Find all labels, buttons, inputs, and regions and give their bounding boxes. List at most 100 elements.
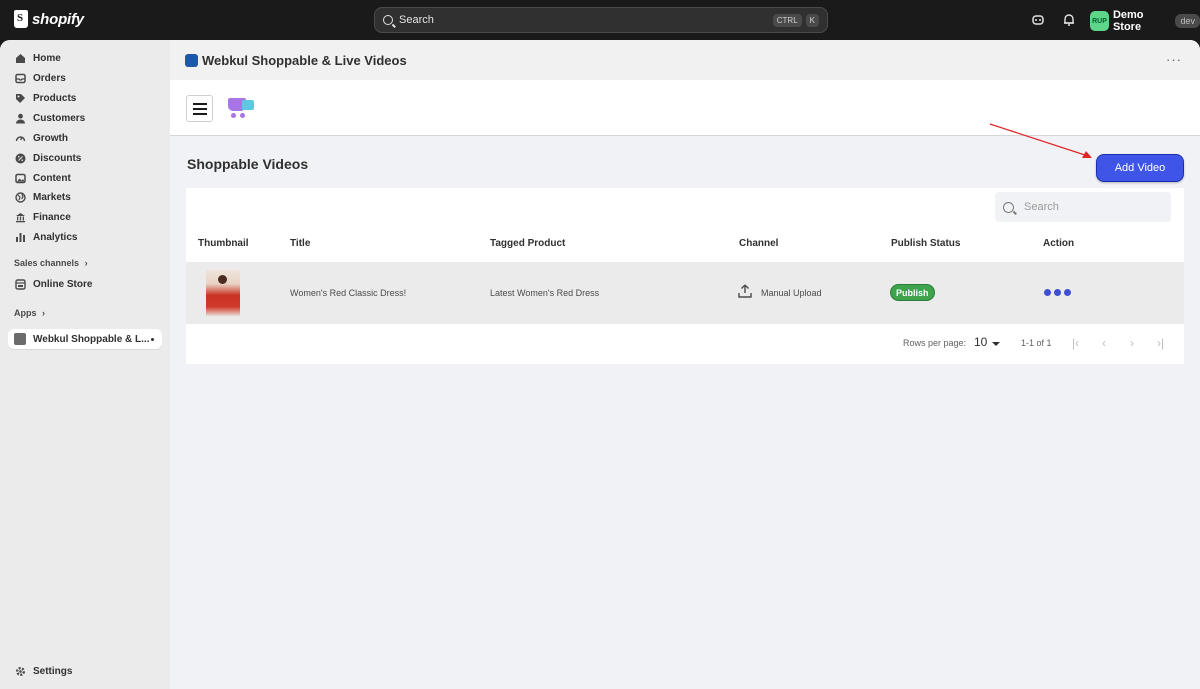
- search-placeholder: Search: [1024, 201, 1059, 213]
- store-name: Demo Store: [1112, 9, 1144, 33]
- sidebar-item-label: Customers: [33, 112, 86, 124]
- sidebar-item-webkul-app[interactable]: Webkul Shoppable & L...: [8, 329, 162, 349]
- top-bar: shopify Search CTRL K RUP Demo Store dev: [0, 0, 1200, 40]
- column-header-tagged-product: Tagged Product: [490, 238, 566, 249]
- more-options-icon[interactable]: ···: [1166, 52, 1182, 67]
- active-dot: [151, 337, 154, 341]
- sidebar-item-label: Webkul Shoppable & L...: [33, 333, 150, 345]
- row-title: Women's Red Classic Dress!: [290, 288, 407, 298]
- action-dot: [1054, 289, 1061, 296]
- chevron-down-icon[interactable]: [992, 342, 1000, 346]
- sidebar-item-label: Products: [33, 92, 77, 104]
- sidebar: Home Orders Products Customers Growth Di…: [0, 40, 170, 689]
- sidebar-item-label: Orders: [33, 72, 66, 84]
- menu-line: [192, 107, 207, 110]
- sidebar-item-label: Content: [33, 172, 71, 184]
- sidebar-item-customers[interactable]: Customers: [8, 108, 162, 128]
- store-avatar: RUP: [1090, 11, 1109, 31]
- global-search[interactable]: Search CTRL K: [374, 7, 828, 33]
- table-search-input[interactable]: Search: [995, 192, 1171, 222]
- shortcut-k: K: [805, 13, 819, 27]
- person-icon: [14, 112, 26, 124]
- sidebar-item-label: Finance: [33, 211, 71, 223]
- menu-line: [192, 112, 207, 115]
- sidebar-item-label: Home: [33, 52, 61, 64]
- publish-status-badge: Publish: [890, 284, 935, 301]
- annotation-arrow: [989, 123, 1092, 158]
- table-row[interactable]: Women's Red Classic Dress! Latest Women'…: [186, 262, 1184, 324]
- inbox-icon: [14, 72, 26, 84]
- sidebar-item-home[interactable]: Home: [8, 48, 162, 68]
- next-page-icon[interactable]: ›: [1130, 336, 1134, 350]
- shortcut-ctrl: CTRL: [772, 13, 802, 27]
- sidebar-item-products[interactable]: Products: [8, 88, 162, 108]
- cart-wheel: [231, 113, 236, 118]
- sales-channels-heading[interactable]: Sales channels ›: [14, 258, 88, 268]
- first-page-icon[interactable]: |‹: [1072, 336, 1079, 350]
- app-icon: [14, 333, 26, 345]
- discount-icon: [14, 152, 26, 164]
- logo-text: shopify: [32, 10, 84, 28]
- pagination-range: 1-1 of 1: [1021, 338, 1052, 348]
- sidebar-item-finance[interactable]: Finance: [8, 207, 162, 227]
- globe-icon: [14, 191, 26, 203]
- shoppable-video-brand-icon: [226, 94, 256, 120]
- sidebar-item-orders[interactable]: Orders: [8, 68, 162, 88]
- shopify-bag-icon: [14, 10, 28, 28]
- sidebar-item-label: Discounts: [33, 152, 82, 164]
- bank-icon: [14, 211, 26, 223]
- action-dot: [1064, 289, 1071, 296]
- dev-badge: dev: [1175, 14, 1200, 28]
- main-content: Webkul Shoppable & Live Videos ··· Shopp…: [170, 40, 1200, 689]
- column-header-action: Action: [1043, 238, 1075, 249]
- row-channel: Manual Upload: [761, 288, 822, 298]
- row-actions-menu-icon[interactable]: [1044, 289, 1071, 296]
- cart-wheel: [240, 113, 245, 118]
- app-header: Webkul Shoppable & Live Videos ···: [170, 40, 1200, 80]
- search-icon: [383, 15, 393, 25]
- sidebar-item-label: Online Store: [33, 278, 93, 290]
- sidebar-item-discounts[interactable]: Discounts: [8, 148, 162, 168]
- chevron-right-icon: ›: [84, 258, 88, 268]
- hamburger-menu-button[interactable]: [186, 95, 213, 122]
- sidebar-item-online-store[interactable]: Online Store: [8, 274, 162, 294]
- sidebar-item-label: Settings: [33, 665, 73, 677]
- sidebar-item-settings[interactable]: Settings: [8, 661, 162, 681]
- sidebar-item-content[interactable]: Content: [8, 168, 162, 188]
- rows-per-page-select[interactable]: 10: [974, 335, 987, 349]
- page-title: Shoppable Videos: [187, 156, 309, 172]
- shopify-logo[interactable]: shopify: [14, 10, 84, 28]
- chevron-right-icon: ›: [42, 308, 46, 318]
- upload-icon: [738, 284, 752, 298]
- bell-icon[interactable]: [1062, 13, 1076, 27]
- column-header-title: Title: [290, 238, 311, 249]
- storefront-icon: [14, 278, 26, 290]
- app-title: Webkul Shoppable & Live Videos: [202, 53, 407, 68]
- last-page-icon[interactable]: ›|: [1157, 336, 1164, 350]
- sidebar-item-markets[interactable]: Markets: [8, 187, 162, 207]
- tag-icon: [14, 92, 26, 104]
- add-video-button[interactable]: Add Video: [1096, 154, 1184, 182]
- sidebar-item-growth[interactable]: Growth: [8, 128, 162, 148]
- apps-heading[interactable]: Apps ›: [14, 308, 45, 318]
- image-icon: [14, 172, 26, 184]
- action-dot: [1044, 289, 1051, 296]
- store-menu[interactable]: RUP Demo Store dev: [1090, 9, 1200, 33]
- sidebar-item-analytics[interactable]: Analytics: [8, 227, 162, 247]
- sidebar-item-label: Analytics: [33, 231, 78, 243]
- previous-page-icon[interactable]: ‹: [1102, 336, 1106, 350]
- search-label: Search: [399, 14, 434, 26]
- column-header-channel: Channel: [739, 238, 779, 249]
- admin-frame: Home Orders Products Customers Growth Di…: [0, 40, 1200, 689]
- video-thumbnail[interactable]: [206, 270, 240, 316]
- sidekick-icon[interactable]: [1031, 13, 1045, 27]
- gear-icon: [14, 665, 26, 677]
- bar-chart-icon: [14, 231, 26, 243]
- sidebar-item-label: Markets: [33, 191, 71, 203]
- webkul-logo-icon: [185, 54, 198, 67]
- videos-table-card: Search Thumbnail Title Tagged Product Ch…: [186, 188, 1184, 364]
- row-tagged-product: Latest Women's Red Dress: [490, 288, 600, 298]
- rows-per-page-label: Rows per page:: [903, 338, 967, 348]
- sidebar-item-label: Growth: [33, 132, 68, 144]
- column-header-publish-status: Publish Status: [891, 238, 961, 249]
